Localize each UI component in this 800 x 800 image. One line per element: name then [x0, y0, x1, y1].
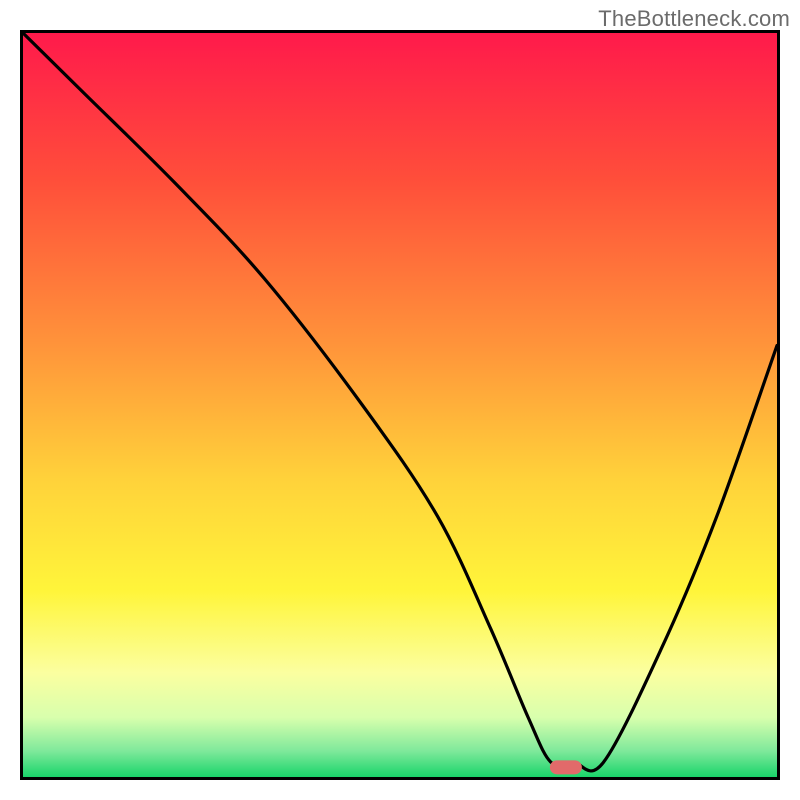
watermark-text: TheBottleneck.com: [598, 6, 790, 32]
bottleneck-chart: [23, 33, 777, 777]
chart-frame: [20, 30, 780, 780]
optimal-marker: [550, 760, 582, 774]
